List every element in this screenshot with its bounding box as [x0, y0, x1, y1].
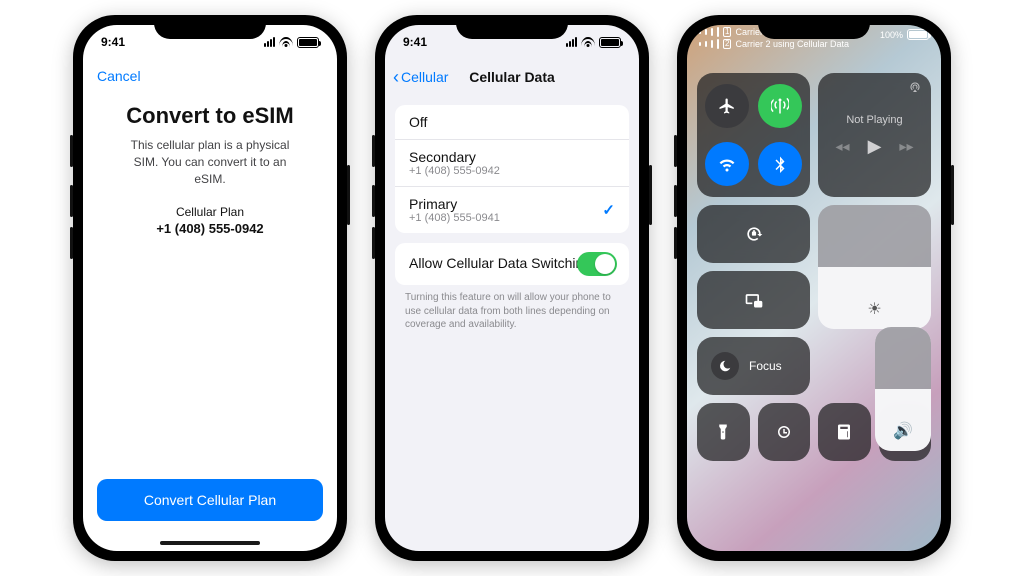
battery-icon — [907, 29, 929, 40]
row-secondary-number: +1 (408) 555-0942 — [409, 165, 615, 177]
notch — [154, 15, 266, 39]
screen-mirroring-icon — [744, 290, 764, 310]
plan-number: +1 (408) 555-0942 — [83, 221, 337, 236]
cellular-signal-icon — [264, 37, 275, 47]
flashlight-button[interactable] — [697, 403, 750, 461]
volume-slider[interactable]: 🔊 — [875, 327, 931, 451]
calculator-button[interactable] — [818, 403, 871, 461]
play-icon[interactable]: ▶ — [868, 136, 882, 157]
screen-convert-esim: 9:41 Cancel Convert to eSIM This cellula… — [83, 25, 337, 551]
rewind-icon[interactable]: ◂◂ — [836, 138, 850, 155]
media-module[interactable]: Not Playing ◂◂ ▶ ▸▸ — [818, 73, 931, 197]
switching-label: Allow Cellular Data Switching — [409, 255, 591, 271]
switching-group: Allow Cellular Data Switching — [395, 243, 629, 285]
nav-title: Cellular Data — [385, 69, 639, 85]
row-secondary-label: Secondary — [409, 149, 615, 165]
screen-cellular-data: 9:41 ‹ Cellular Cellular Data Off Second… — [385, 25, 639, 551]
nav-bar: Cancel — [83, 59, 337, 93]
brightness-slider[interactable]: ☀︎ — [818, 205, 931, 329]
airplay-icon[interactable] — [909, 81, 921, 93]
battery-percent: 100% — [880, 30, 903, 40]
sim-2-badge: 2 — [723, 39, 731, 49]
convert-plan-button[interactable]: Convert Cellular Plan — [97, 479, 323, 521]
plan-select-group: Off Secondary +1 (408) 555-0942 Primary … — [395, 105, 629, 233]
row-primary[interactable]: Primary +1 (408) 555-0941 ✓ — [395, 186, 629, 233]
calculator-icon — [835, 423, 853, 441]
flashlight-icon — [714, 423, 732, 441]
bluetooth-icon — [771, 155, 789, 173]
timer-icon — [775, 423, 793, 441]
row-primary-label: Primary — [409, 196, 615, 212]
forward-icon[interactable]: ▸▸ — [899, 138, 913, 155]
checkmark-icon: ✓ — [602, 201, 615, 219]
connectivity-module[interactable] — [697, 73, 810, 197]
phone-control-center: 1 Carrier 1 5G 2 Carrier 2 using Cellula… — [677, 15, 951, 561]
switching-toggle[interactable] — [577, 252, 617, 276]
lock-rotation-icon — [744, 224, 764, 244]
cancel-button[interactable]: Cancel — [97, 68, 141, 84]
plan-label: Cellular Plan — [83, 205, 337, 219]
row-switching[interactable]: Allow Cellular Data Switching — [395, 243, 629, 285]
home-indicator[interactable] — [160, 541, 260, 545]
antenna-icon — [771, 97, 789, 115]
timer-button[interactable] — [758, 403, 811, 461]
focus-button[interactable]: Focus — [697, 337, 810, 395]
media-title: Not Playing — [846, 114, 902, 126]
status-time: 9:41 — [101, 35, 125, 49]
row-secondary[interactable]: Secondary +1 (408) 555-0942 — [395, 139, 629, 186]
airplane-mode-button[interactable] — [705, 84, 749, 128]
switching-footer: Turning this feature on will allow your … — [385, 285, 639, 338]
battery-icon — [297, 37, 319, 48]
notch — [456, 15, 568, 39]
phone-cellular-data: 9:41 ‹ Cellular Cellular Data Off Second… — [375, 15, 649, 561]
status-time: 9:41 — [403, 35, 427, 49]
volume-icon: 🔊 — [875, 421, 931, 441]
cellular-data-button[interactable] — [758, 84, 802, 128]
signal-2-icon — [699, 39, 719, 49]
moon-icon — [711, 352, 739, 380]
cellular-signal-icon — [566, 37, 577, 47]
screen-control-center: 1 Carrier 1 5G 2 Carrier 2 using Cellula… — [687, 25, 941, 551]
nav-bar: ‹ Cellular Cellular Data — [385, 59, 639, 95]
brightness-icon: ☀︎ — [818, 299, 931, 319]
wifi-icon — [581, 37, 595, 47]
wifi-icon — [279, 37, 293, 47]
page-description: This cellular plan is a physical SIM. Yo… — [117, 137, 303, 187]
airplane-icon — [718, 97, 736, 115]
row-off-label: Off — [409, 114, 615, 130]
wifi-icon — [718, 155, 736, 173]
notch — [758, 15, 870, 39]
orientation-lock-button[interactable] — [697, 205, 810, 263]
row-primary-number: +1 (408) 555-0941 — [409, 212, 615, 224]
sim-1-badge: 1 — [723, 27, 731, 37]
screen-mirroring-button[interactable] — [697, 271, 810, 329]
battery-icon — [599, 37, 621, 48]
phone-convert-esim: 9:41 Cancel Convert to eSIM This cellula… — [73, 15, 347, 561]
focus-label: Focus — [749, 359, 782, 373]
carrier-2-label: Carrier 2 using Cellular Data — [735, 39, 849, 49]
signal-1-icon — [699, 27, 719, 37]
bluetooth-button[interactable] — [758, 142, 802, 186]
page-title: Convert to eSIM — [103, 103, 317, 129]
row-off[interactable]: Off — [395, 105, 629, 139]
wifi-button[interactable] — [705, 142, 749, 186]
